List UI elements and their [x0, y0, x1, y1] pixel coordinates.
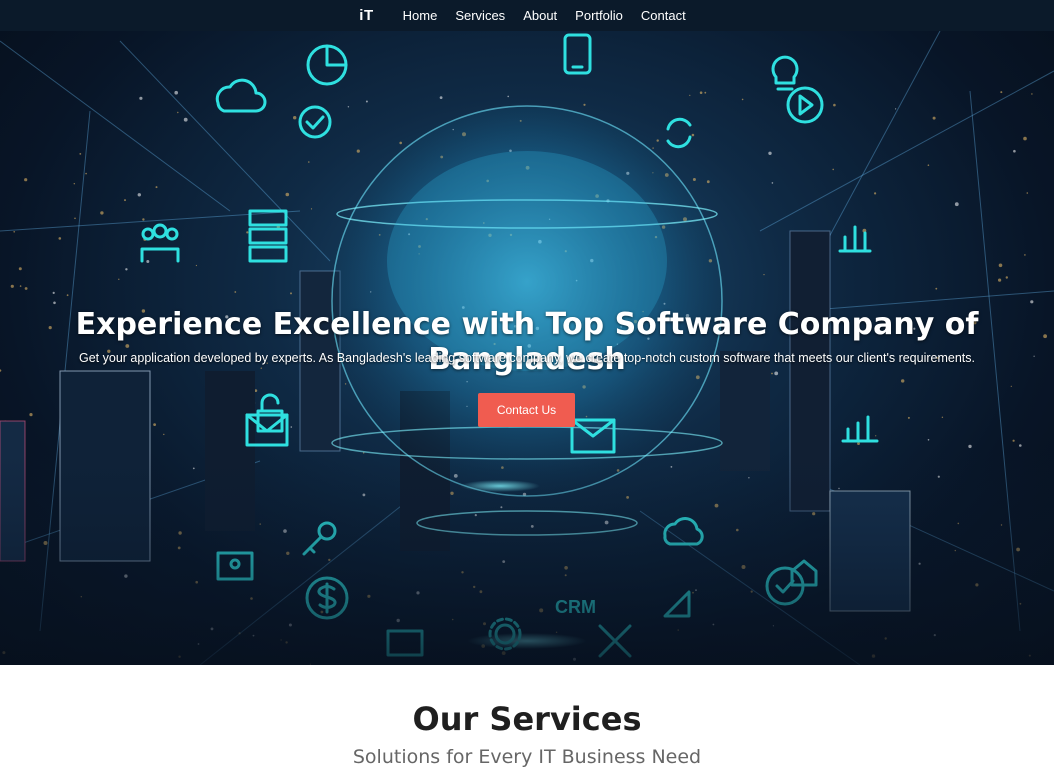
nav-inner: iT Home Services About Portfolio Contact	[359, 7, 694, 24]
nav-link-contact[interactable]: Contact	[641, 8, 686, 23]
services-title: Our Services	[412, 700, 642, 738]
nav-link-about[interactable]: About	[523, 8, 557, 23]
server-icon	[248, 209, 288, 263]
hero-section: CRM Experience Excellence with Top Softw…	[0, 31, 1054, 665]
bar-chart-icon	[841, 415, 879, 443]
brand-logo[interactable]: iT	[359, 7, 373, 24]
sync-icon	[666, 117, 692, 149]
hero-subtitle: Get your application developed by expert…	[79, 351, 975, 365]
contact-us-button[interactable]: Contact Us	[478, 393, 575, 427]
hero-title: Experience Excellence with Top Software …	[75, 307, 979, 377]
pie-chart-icon	[306, 44, 348, 86]
nav-link-home[interactable]: Home	[403, 8, 438, 23]
check-circle-icon	[298, 105, 332, 139]
play-icon	[786, 86, 824, 124]
lightbulb-icon	[771, 55, 799, 91]
nav-link-portfolio[interactable]: Portfolio	[575, 8, 623, 23]
cloud-icon	[215, 78, 267, 113]
top-navbar: iT Home Services About Portfolio Contact	[0, 0, 1054, 31]
mobile-icon	[563, 33, 592, 75]
nav-link-services[interactable]: Services	[455, 8, 505, 23]
users-icon	[140, 223, 180, 263]
services-subtitle: Solutions for Every IT Business Need	[352, 746, 702, 768]
